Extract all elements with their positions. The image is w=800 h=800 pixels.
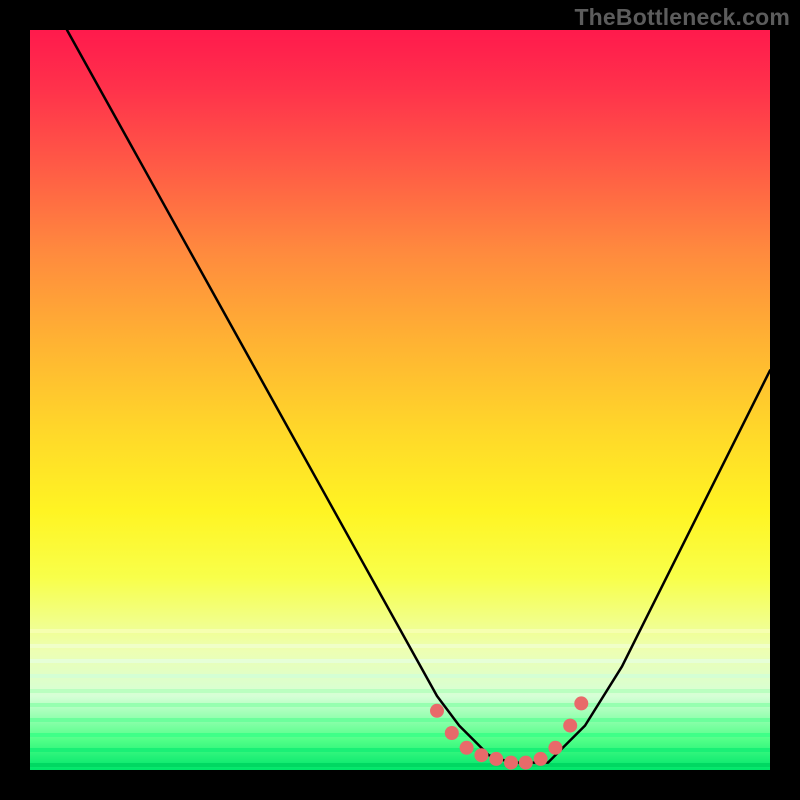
valley-marker [548,741,562,755]
valley-marker [574,696,588,710]
valley-marker [504,756,518,770]
valley-marker [489,752,503,766]
valley-markers-group [430,696,588,769]
watermark-text: TheBottleneck.com [574,4,790,31]
curve-layer [30,30,770,770]
valley-marker [519,756,533,770]
valley-marker [474,748,488,762]
valley-marker [445,726,459,740]
valley-marker [430,704,444,718]
valley-marker [460,741,474,755]
bottleneck-curve [67,30,770,763]
valley-marker [534,752,548,766]
plot-area [30,30,770,770]
chart-frame: TheBottleneck.com [0,0,800,800]
valley-marker [563,719,577,733]
